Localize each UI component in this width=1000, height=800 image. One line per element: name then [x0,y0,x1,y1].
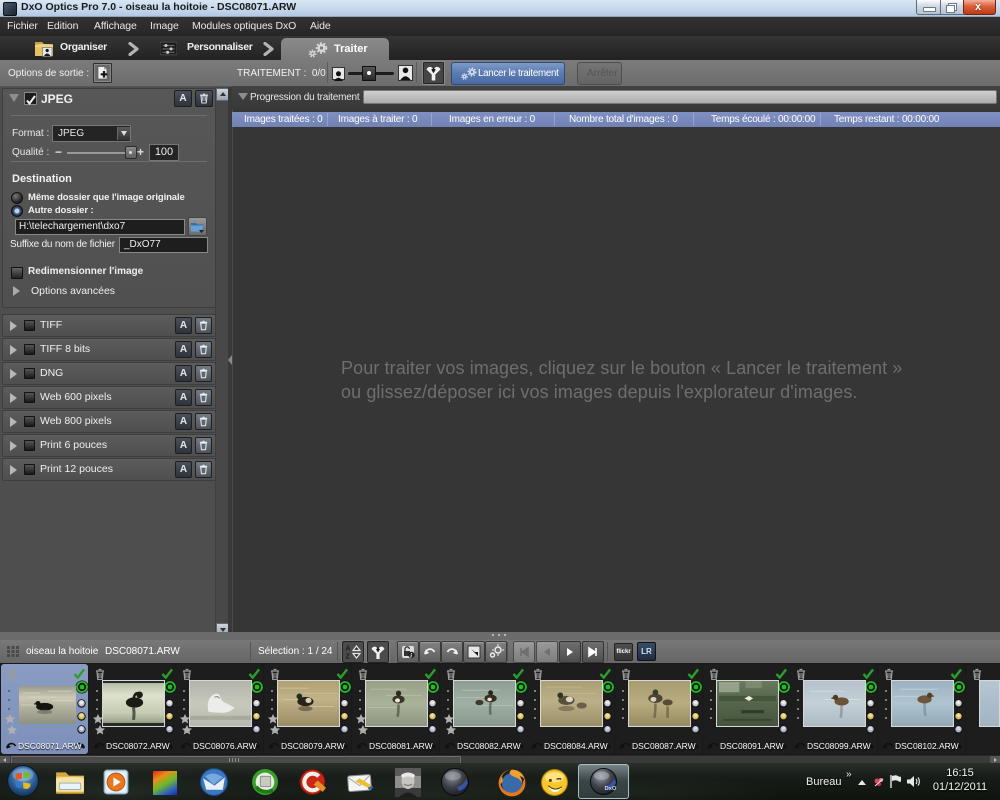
svg-text:Z: Z [346,654,351,661]
svg-text:i: i [410,652,412,659]
svg-text:A: A [346,646,351,653]
svg-text:DxO: DxO [604,786,616,792]
